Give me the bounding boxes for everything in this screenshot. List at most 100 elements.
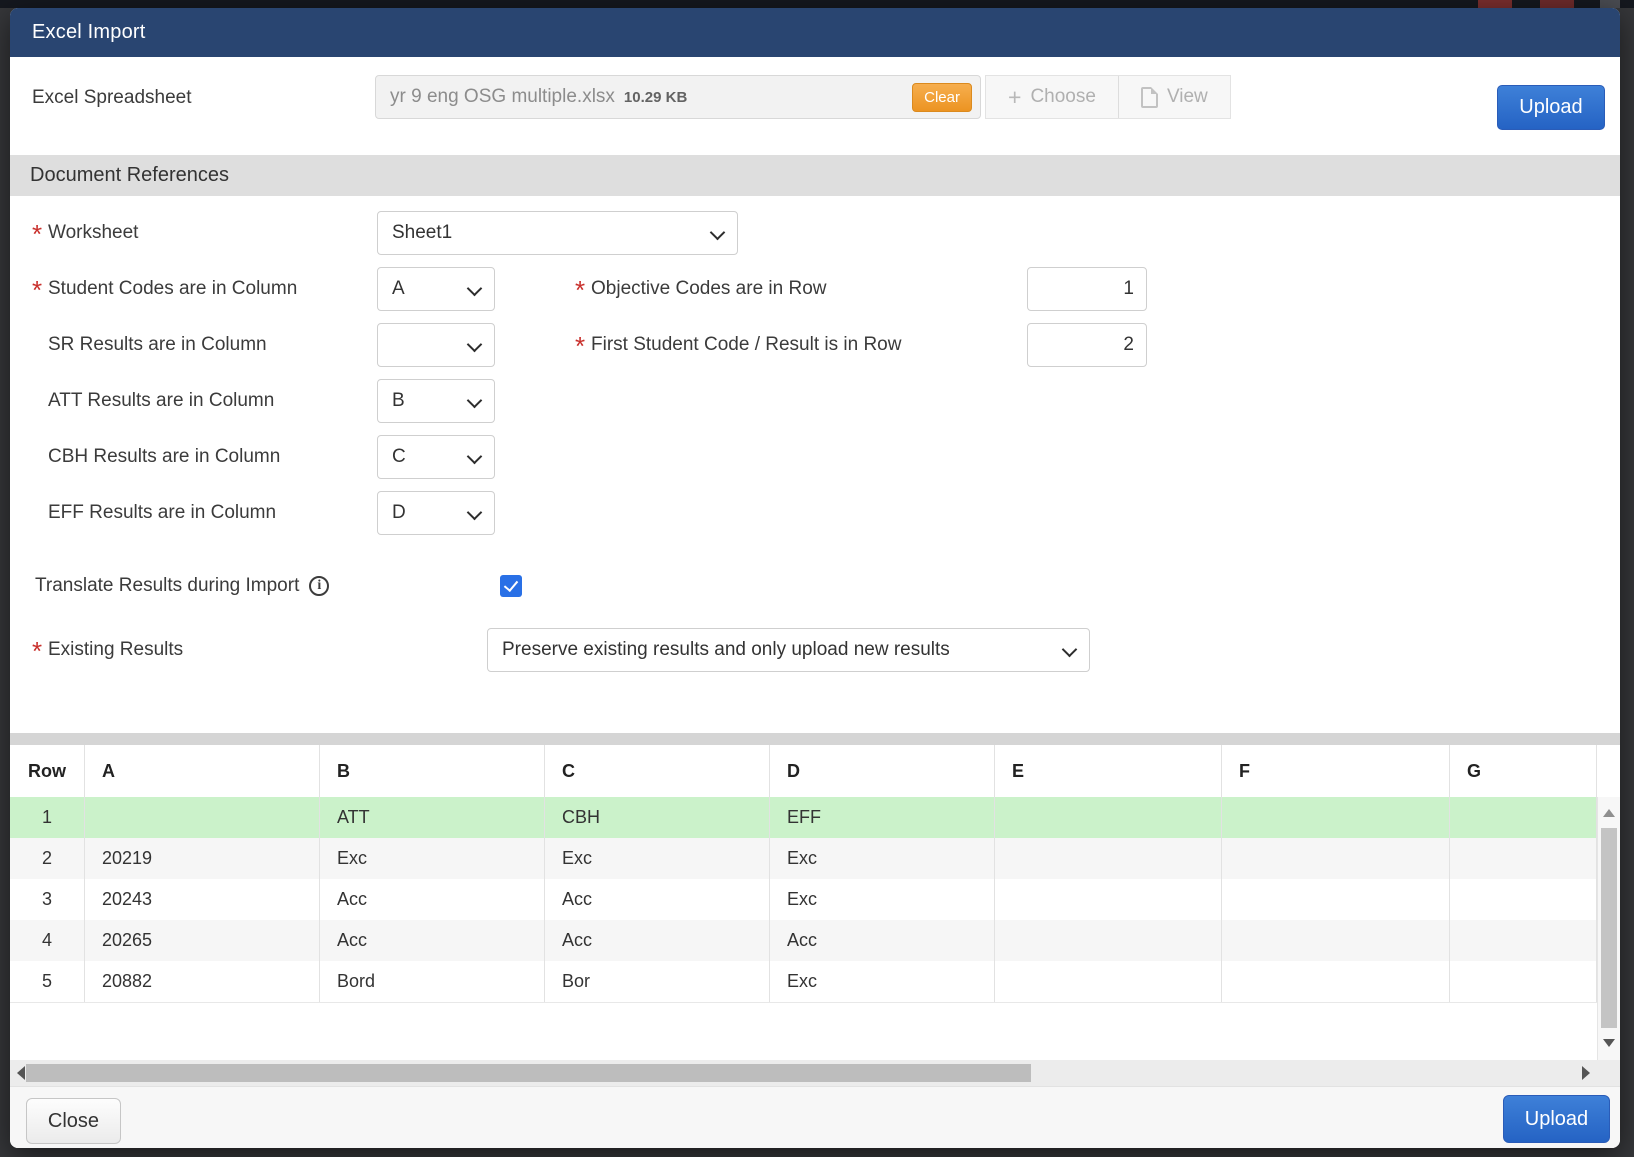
cell [85,797,320,838]
backdrop-top-strip [0,0,1634,8]
row-number-cell: 4 [10,920,85,961]
cell [1450,879,1597,920]
cell: Exc [770,879,995,920]
required-marker: * [32,275,43,305]
objective-codes-label: * Objective Codes are in Row [575,275,827,305]
excel-import-dialog: Excel Import Excel Spreadsheet yr 9 eng … [10,8,1620,1148]
cell: Exc [320,838,545,879]
cell [1222,879,1450,920]
eff-results-row: EFF Results are in Column D [10,491,1620,535]
cell [995,961,1222,1002]
cell [995,838,1222,879]
translate-results-label: Translate Results during Import i [35,571,330,601]
scroll-down-arrow-icon[interactable] [1603,1039,1615,1047]
required-marker: * [32,636,43,666]
cell [1222,838,1450,879]
cell [995,920,1222,961]
backdrop-fragment [1540,0,1574,8]
file-upload-row: Excel Spreadsheet yr 9 eng OSG multiple.… [10,57,1620,155]
document-references-section: Document References [10,155,1620,196]
worksheet-select[interactable]: Sheet1 [377,211,738,255]
chevron-down-icon [1061,641,1078,658]
vertical-scrollbar[interactable] [1597,797,1620,1060]
cell: Exc [770,838,995,879]
chevron-down-icon [709,224,726,241]
table-row[interactable]: 3 20243 Acc Acc Exc [10,879,1597,921]
eff-results-column-select[interactable]: D [377,491,495,535]
upload-button-bottom[interactable]: Upload [1503,1095,1610,1143]
objective-codes-row-input[interactable] [1027,267,1147,311]
horizontal-scrollbar[interactable] [10,1060,1620,1086]
info-icon[interactable]: i [309,576,330,596]
cell [995,879,1222,920]
cell: ATT [320,797,545,838]
scroll-right-arrow-icon[interactable] [1582,1066,1590,1080]
chevron-down-icon [466,504,483,521]
choose-file-button[interactable]: + Choose [986,76,1118,118]
cell: Exc [770,961,995,1002]
cell: CBH [545,797,770,838]
row-number-cell: 1 [10,797,85,838]
clear-file-button[interactable]: Clear [912,82,972,112]
row-number-cell: 3 [10,879,85,920]
backdrop-fragment [1478,0,1512,8]
existing-results-label: * Existing Results [32,636,184,666]
cell: Acc [320,920,545,961]
upload-button-top[interactable]: Upload [1497,85,1605,130]
first-student-row-input[interactable] [1027,323,1147,367]
file-name: yr 9 eng OSG multiple.xlsx [390,86,615,107]
dialog-header: Excel Import [10,8,1620,57]
section-title: Document References [30,164,229,186]
column-header: Row [10,745,85,797]
horizontal-scrollbar-thumb[interactable] [26,1064,1031,1082]
column-header: B [320,745,545,797]
chevron-down-icon [466,392,483,409]
checkmark-icon [503,576,519,593]
view-file-button[interactable]: View [1117,76,1230,118]
column-header: E [995,745,1222,797]
required-marker: * [575,331,586,361]
backdrop-fragment [1600,0,1620,8]
cell [1222,920,1450,961]
cbh-results-row: CBH Results are in Column C [10,435,1620,479]
table-row[interactable]: 1 ATT CBH EFF [10,797,1597,839]
table-row[interactable]: 5 20882 Bord Bor Exc [10,961,1597,1003]
existing-results-select[interactable]: Preserve existing results and only uploa… [487,628,1090,672]
required-marker: * [575,275,586,305]
cell [995,797,1222,838]
att-results-label: ATT Results are in Column [48,390,275,411]
backdrop: Excel Import Excel Spreadsheet yr 9 eng … [0,0,1634,1157]
column-header: F [1222,745,1450,797]
chevron-down-icon [466,448,483,465]
att-results-column-select[interactable]: B [377,379,495,423]
cell: Exc [545,838,770,879]
student-codes-row: * Student Codes are in Column A * Object… [10,267,1620,311]
student-codes-column-select[interactable]: A [377,267,495,311]
cell: Acc [545,920,770,961]
close-button[interactable]: Close [26,1098,121,1144]
file-size: 10.29 KB [623,88,688,106]
scroll-left-arrow-icon[interactable] [17,1066,25,1080]
dialog-footer: Close Upload [10,1086,1620,1148]
cbh-results-label: CBH Results are in Column [48,446,281,467]
column-header: G [1450,745,1597,797]
cbh-results-column-select[interactable]: C [377,435,495,479]
choose-label: Choose [1030,86,1096,107]
cell [1450,961,1597,1002]
vertical-scrollbar-thumb[interactable] [1601,828,1617,1028]
cell: Bor [545,961,770,1002]
table-row[interactable]: 4 20265 Acc Acc Acc [10,920,1597,962]
table-row[interactable]: 2 20219 Exc Exc Exc [10,838,1597,880]
chevron-down-icon [466,336,483,353]
scroll-up-arrow-icon[interactable] [1603,809,1615,817]
translate-results-row: Translate Results during Import i [10,571,1620,601]
row-number-cell: 2 [10,838,85,879]
cell: 20243 [85,879,320,920]
translate-results-checkbox[interactable] [500,575,522,597]
spreadsheet-preview-table: Row A B C D E F G 1 ATT CBH EFF 2 20219 … [10,745,1620,1060]
cell: EFF [770,797,995,838]
column-header: A [85,745,320,797]
column-header: D [770,745,995,797]
att-results-row: ATT Results are in Column B [10,379,1620,423]
sr-results-column-select[interactable] [377,323,495,367]
